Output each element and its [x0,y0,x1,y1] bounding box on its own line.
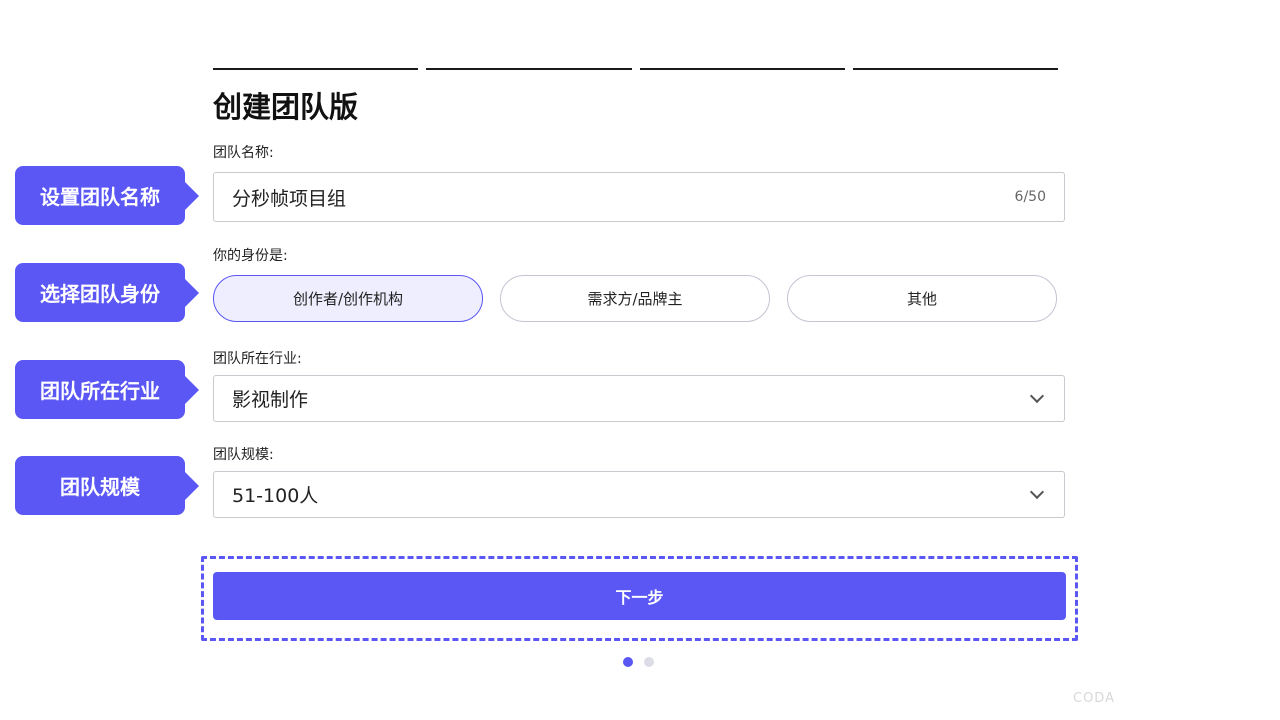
next-step-button[interactable]: 下一步 [213,572,1066,620]
page-title: 创建团队版 [213,90,359,124]
industry-select[interactable]: 影视制作 [213,375,1065,422]
identity-option-client[interactable]: 需求方/品牌主 [500,275,770,322]
callout-choose-identity: 选择团队身份 [15,263,185,322]
identity-label: 你的身份是: [213,248,288,264]
identity-options: 创作者/创作机构 需求方/品牌主 其他 [213,275,1057,322]
progress-segment [639,68,845,70]
identity-option-other[interactable]: 其他 [787,275,1057,322]
team-size-label: 团队规模: [213,447,274,463]
team-name-value: 分秒帧项目组 [232,187,347,210]
pagination-dot-active[interactable] [623,657,633,667]
chevron-down-icon [1029,484,1045,499]
team-name-label: 团队名称: [213,145,274,161]
chevron-down-icon [1029,388,1045,403]
create-team-page: 创建团队版 团队名称: 分秒帧项目组 6/50 你的身份是: 创作者/创作机构 … [0,0,1280,720]
industry-label: 团队所在行业: [213,351,302,367]
pagination-dot[interactable] [644,657,654,667]
progress-segment [213,68,419,70]
progress-segment [852,68,1058,70]
identity-option-creator[interactable]: 创作者/创作机构 [213,275,483,322]
callout-team-size: 团队规模 [15,456,185,515]
team-size-select[interactable]: 51-100人 [213,471,1065,518]
progress-segment [426,68,632,70]
step-progress [213,68,1058,70]
industry-value: 影视制作 [232,389,309,411]
watermark: CODA [1073,691,1115,706]
team-size-value: 51-100人 [232,485,319,507]
char-counter: 6/50 [1014,189,1046,205]
callout-industry: 团队所在行业 [15,360,185,419]
pagination-dots [623,657,654,667]
callout-set-team-name: 设置团队名称 [15,166,185,225]
team-name-input[interactable]: 分秒帧项目组 6/50 [213,172,1065,222]
